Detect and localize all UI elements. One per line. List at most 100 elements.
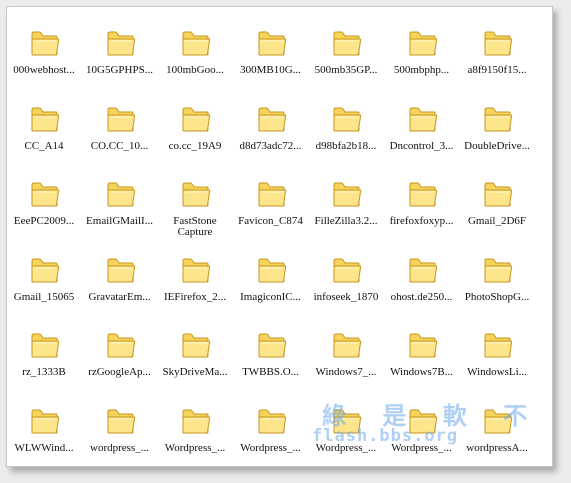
folder-label: 100mbGoo...	[166, 64, 224, 76]
folder-icon	[332, 331, 362, 359]
folder-icon	[181, 331, 211, 359]
folder-icon	[106, 105, 136, 133]
folder-item[interactable]: 500mbphp...	[384, 21, 460, 91]
folder-label: SkyDriveMa...	[162, 366, 228, 378]
folder-item[interactable]: Favicon_C874	[233, 172, 309, 242]
folder-item[interactable]: IEFirefox_2...	[157, 248, 233, 318]
folder-label: a8f9150f15...	[467, 64, 527, 76]
folder-item[interactable]: WindowsLi...	[459, 323, 535, 393]
folder-item[interactable]: firefoxfoxyp...	[384, 172, 460, 242]
folder-item[interactable]: DoubleDrive...	[459, 97, 535, 167]
folder-item[interactable]: EeePC2009...	[7, 172, 82, 242]
folder-label: 500mbphp...	[393, 64, 450, 76]
folder-grid: 000webhost... 10G5GPHPS... 100mbGoo... 300M…	[7, 7, 552, 466]
folder-item[interactable]: d98bfa2b18...	[308, 97, 384, 167]
folder-icon	[408, 256, 438, 284]
folder-label: DoubleDrive...	[464, 139, 530, 152]
folder-item[interactable]: Gmail_15065	[7, 248, 82, 318]
folder-item[interactable]: rz_1333B	[7, 323, 82, 393]
folder-item[interactable]: rzGoogleAp...	[82, 323, 158, 393]
folder-label: d98bfa2b18...	[315, 139, 377, 152]
folder-label: PhotoShopG...	[464, 290, 530, 303]
folder-label: EeePC2009...	[13, 215, 75, 227]
folder-label: Windows7_...	[315, 366, 377, 378]
folder-item[interactable]: EmailGMailI...	[82, 172, 158, 242]
folder-item[interactable]: Wordpress_...	[157, 399, 233, 467]
folder-label: 000webhost...	[13, 64, 75, 76]
folder-item[interactable]: Wordpress_...	[233, 399, 309, 467]
folder-item[interactable]: d8d73adc72...	[233, 97, 309, 167]
folder-icon	[483, 105, 513, 133]
folder-item[interactable]: Wordpress_...	[384, 399, 460, 467]
folder-label: Wordpress_...	[315, 441, 377, 454]
folder-item[interactable]: Gmail_2D6F	[459, 172, 535, 242]
file-browser-window: 000webhost... 10G5GPHPS... 100mbGoo... 300M…	[6, 6, 553, 467]
folder-item[interactable]: 300MB10G...	[233, 21, 309, 91]
folder-icon	[483, 407, 513, 435]
folder-icon	[106, 29, 136, 57]
folder-item[interactable]: ohost.de250...	[384, 248, 460, 318]
folder-item[interactable]: SkyDriveMa...	[157, 323, 233, 393]
folder-label: Windows7B...	[390, 366, 453, 378]
folder-icon	[483, 29, 513, 57]
folder-label: 10G5GPHPS...	[86, 64, 153, 76]
folder-label: infoseek_1870	[313, 290, 379, 303]
folder-item[interactable]: Dncontrol_3...	[384, 97, 460, 167]
folder-item[interactable]: 10G5GPHPS...	[82, 21, 158, 91]
folder-label: FilleZilla3.2...	[314, 215, 378, 227]
folder-label: CO.CC_10...	[90, 139, 149, 152]
folder-label: Wordpress_...	[164, 441, 226, 454]
folder-icon	[408, 407, 438, 435]
folder-label: ImagiconIC...	[240, 290, 301, 303]
folder-item[interactable]: ImagiconIC...	[233, 248, 309, 318]
folder-icon	[408, 105, 438, 133]
folder-icon	[30, 29, 60, 57]
folder-item[interactable]: FilleZilla3.2...	[308, 172, 384, 242]
folder-icon	[257, 407, 287, 435]
folder-item[interactable]: Windows7_...	[308, 323, 384, 393]
folder-item[interactable]: wordpress_...	[82, 399, 158, 467]
folder-item[interactable]: Windows7B...	[384, 323, 460, 393]
folder-item[interactable]: GravatarEm...	[82, 248, 158, 318]
folder-label: wordpressA...	[466, 441, 528, 454]
folder-icon	[257, 256, 287, 284]
folder-label: WindowsLi...	[467, 366, 527, 378]
folder-label: Favicon_C874	[238, 215, 303, 227]
folder-item[interactable]: infoseek_1870	[308, 248, 384, 318]
folder-label: firefoxfoxyp...	[389, 215, 454, 227]
folder-item[interactable]: PhotoShopG...	[459, 248, 535, 318]
folder-item[interactable]: CO.CC_10...	[82, 97, 158, 167]
folder-label: Gmail_2D6F	[467, 215, 527, 227]
folder-icon	[30, 180, 60, 208]
folder-icon	[181, 256, 211, 284]
folder-label: FastStone Capture	[173, 215, 217, 238]
folder-icon	[181, 180, 211, 208]
folder-icon	[483, 331, 513, 359]
folder-icon	[408, 331, 438, 359]
folder-icon	[483, 180, 513, 208]
folder-label: 500mb35GP...	[314, 64, 378, 76]
folder-label: EmailGMailI...	[86, 215, 153, 227]
folder-item[interactable]: 000webhost...	[7, 21, 82, 91]
folder-item[interactable]: Wordpress_...	[308, 399, 384, 467]
folder-icon	[106, 407, 136, 435]
folder-label: Gmail_15065	[13, 290, 75, 303]
folder-icon	[408, 180, 438, 208]
folder-item[interactable]: a8f9150f15...	[459, 21, 535, 91]
folder-item[interactable]: FastStone Capture	[157, 172, 233, 242]
folder-icon	[30, 331, 60, 359]
folder-item[interactable]: 500mb35GP...	[308, 21, 384, 91]
folder-label: Wordpress_...	[391, 441, 452, 454]
folder-item[interactable]: TWBBS.O...	[233, 323, 309, 393]
folder-label: TWBBS.O...	[242, 366, 299, 378]
folder-item[interactable]: 100mbGoo...	[157, 21, 233, 91]
folder-label: rzGoogleAp...	[88, 366, 151, 378]
folder-icon	[30, 256, 60, 284]
folder-item[interactable]: co.cc_19A9	[157, 97, 233, 167]
folder-item[interactable]: WLWWind...	[7, 399, 82, 467]
folder-item[interactable]: wordpressA...	[459, 399, 535, 467]
folder-item[interactable]: CC_A14	[7, 97, 82, 167]
folder-label: Wordpress_...	[240, 441, 301, 454]
folder-label: Dncontrol_3...	[389, 139, 454, 152]
folder-icon	[332, 105, 362, 133]
